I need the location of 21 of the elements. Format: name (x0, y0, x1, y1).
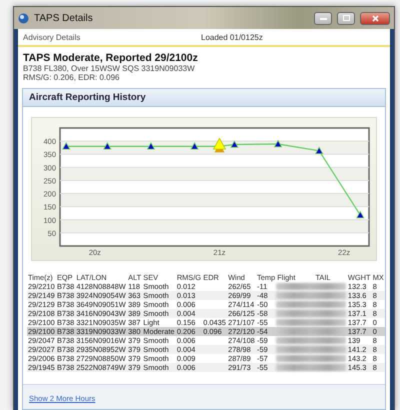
maximize-icon (342, 15, 350, 21)
advisory-detail: B738 FL380, Over 15WSW SQS 3319N09033W (22, 64, 196, 73)
window-title: TAPS Details (34, 12, 94, 24)
data-point[interactable] (190, 142, 199, 150)
loaded-time: Loaded 01/0125z (201, 33, 263, 42)
minimize-button[interactable] (314, 12, 332, 24)
app-icon (18, 12, 29, 24)
data-point[interactable] (274, 140, 282, 148)
data-point[interactable] (314, 146, 324, 154)
close-icon (372, 14, 378, 22)
close-button[interactable] (360, 12, 390, 24)
panel-title: Aircraft Reporting History (23, 89, 385, 107)
advisory-detail: RMS/G: 0.206, EDR: 0.096 (22, 73, 120, 82)
data-point[interactable] (146, 142, 156, 150)
data-point[interactable] (103, 142, 112, 150)
advisory-title: TAPS Moderate, Reported 29/2100z (22, 51, 199, 64)
data-point[interactable] (230, 140, 239, 148)
data-point[interactable] (62, 142, 70, 150)
minimize-icon (320, 16, 326, 20)
maximize-button[interactable] (337, 12, 355, 24)
section-label: Advisory Details (23, 33, 82, 42)
